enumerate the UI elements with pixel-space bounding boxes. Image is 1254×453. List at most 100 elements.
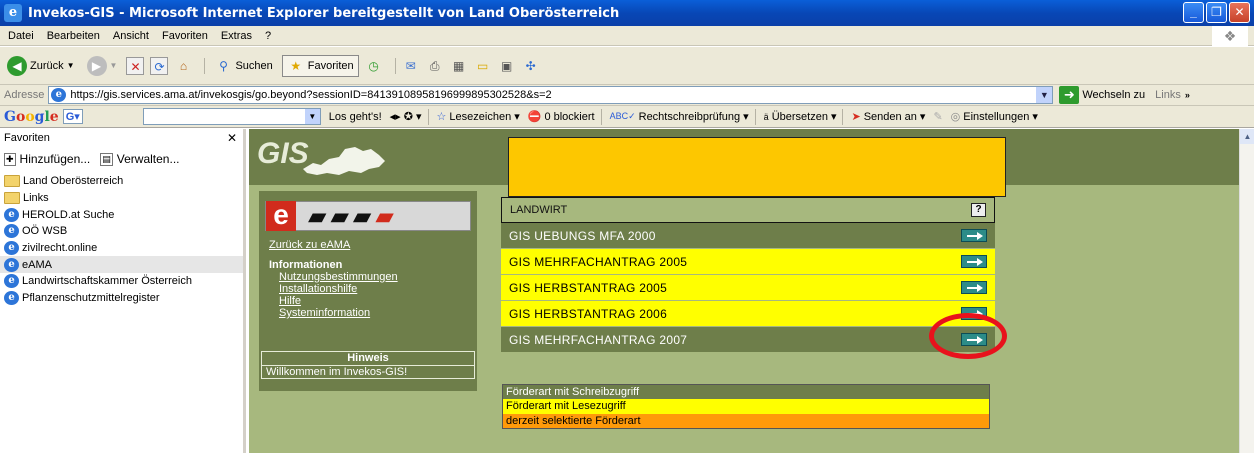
google-search-input[interactable]: ▼ — [142, 108, 321, 125]
application-row[interactable]: GIS UEBUNGS MFA 2000 — [501, 223, 995, 249]
close-button[interactable]: ✕ — [1229, 2, 1250, 23]
favorite-label: Pflanzenschutzmittelregister — [22, 292, 160, 305]
blocker-icon: ⛔ — [527, 111, 542, 123]
print-icon[interactable]: ⎙ — [426, 57, 444, 75]
application-row[interactable]: GIS HERBSTANTRAG 2005 — [501, 275, 995, 301]
favorites-button[interactable]: ★ Favoriten — [281, 54, 359, 77]
messenger-icon[interactable]: ✣ — [522, 57, 540, 75]
maximize-button[interactable]: ❐ — [1206, 2, 1227, 23]
folder-icon[interactable]: ▭ — [474, 57, 492, 75]
favorite-label: zivilrecht.online — [22, 242, 98, 255]
favorite-label: Landwirtschaftskammer Österreich — [22, 275, 192, 288]
paperclip-icon[interactable]: ✎ — [933, 110, 942, 123]
favorite-label: HEROLD.at Suche — [22, 208, 115, 221]
legend-read-access: Förderart mit Lesezugriff — [502, 399, 990, 414]
google-search-button[interactable]: Los geht's! — [329, 111, 382, 123]
arrow-right-icon[interactable] — [961, 229, 987, 242]
close-favorites-icon[interactable]: ✕ — [227, 131, 237, 145]
stop-icon[interactable]: ✕ — [126, 56, 145, 75]
system-info-link[interactable]: Systeminformation — [279, 307, 370, 319]
favorite-folder-land-ooe[interactable]: Land Oberösterreich — [0, 173, 243, 190]
search-label: Suchen — [235, 59, 273, 72]
refresh-icon[interactable]: ⟳ — [150, 56, 169, 75]
address-input[interactable]: e https://gis.services.ama.at/invekosgis… — [48, 86, 1054, 104]
favorites-header-label: Favoriten — [4, 132, 50, 144]
toolbar-separator — [600, 108, 602, 125]
favorite-ooe-wsb[interactable]: e OÖ WSB — [0, 223, 243, 240]
manage-favorites-button[interactable]: ▤ Verwalten... — [100, 152, 179, 166]
favorites-tools: ✚ Hinzufügen... ▤ Verwalten... — [0, 147, 243, 171]
go-arrow-icon[interactable]: ➜ — [1059, 86, 1080, 104]
history-icon[interactable]: ◷ — [365, 57, 383, 75]
vertical-scrollbar[interactable]: ▲ — [1239, 129, 1254, 453]
favorite-eama[interactable]: e eAMA — [0, 256, 243, 274]
eama-logo[interactable]: e ▰▰▰▰ — [265, 201, 471, 231]
page-content: GIS e ▰▰▰▰ Zurück zu eAMA Informationen … — [249, 129, 1239, 453]
add-favorite-button[interactable]: ✚ Hinzufügen... — [4, 152, 90, 166]
windows-logo-icon: ❖ — [1212, 26, 1248, 46]
menu-datei[interactable]: Datei — [8, 30, 34, 42]
research-icon[interactable]: ▣ — [498, 57, 516, 75]
help-icon[interactable]: ? — [971, 203, 986, 217]
blocked-label: 0 blockiert — [544, 110, 595, 123]
menu-bar: Datei Bearbeiten Ansicht Favoriten Extra… — [0, 26, 1254, 46]
installation-help-link[interactable]: Installationshilfe — [279, 283, 357, 295]
translate-button[interactable]: ä Übersetzen ▾ — [764, 110, 837, 124]
bookmarks-button[interactable]: ☆ Lesezeichen ▾ — [437, 110, 520, 124]
toolbar-separator — [754, 108, 756, 125]
application-label: GIS UEBUNGS MFA 2000 — [509, 228, 656, 243]
google-extra-icons[interactable]: ◂▸ ✪ ▾ — [390, 110, 422, 123]
spellcheck-button[interactable]: ABC✓ Rechtschreibprüfung ▾ — [610, 110, 749, 124]
address-bar: Adresse e https://gis.services.ama.at/in… — [0, 85, 1254, 106]
favorite-folder-links[interactable]: Links — [0, 190, 243, 207]
home-icon[interactable]: ⌂ — [174, 57, 192, 75]
bookmarks-label: Lesezeichen — [449, 110, 512, 123]
application-row[interactable]: GIS HERBSTANTRAG 2006 — [501, 301, 995, 327]
application-row[interactable]: GIS MEHRFACHANTRAG 2005 — [501, 249, 995, 275]
help-link[interactable]: Hilfe — [279, 295, 301, 307]
favorite-label: OÖ WSB — [22, 225, 68, 238]
ie-page-icon: e — [4, 291, 19, 306]
scroll-up-icon[interactable]: ▲ — [1240, 129, 1254, 144]
menu-bearbeiten[interactable]: Bearbeiten — [47, 30, 100, 42]
minimize-button[interactable]: _ — [1183, 2, 1204, 23]
menu-ansicht[interactable]: Ansicht — [113, 30, 149, 42]
send-to-button[interactable]: ➤ Senden an ▾ — [851, 110, 925, 124]
favorite-pflanzenschutz[interactable]: e Pflanzenschutzmittelregister — [0, 290, 243, 307]
mail-icon[interactable]: ✉ — [402, 57, 420, 75]
terms-link[interactable]: Nutzungsbestimmungen — [279, 271, 398, 283]
menu-help[interactable]: ? — [265, 30, 271, 42]
search-button[interactable]: ⚲ Suchen — [211, 55, 275, 77]
popup-blocker-button[interactable]: ⛔ 0 blockiert — [527, 110, 595, 124]
back-to-eama-link[interactable]: Zurück zu eAMA — [269, 239, 350, 251]
section-header: LANDWIRT ? — [501, 197, 995, 223]
redacted-box — [508, 137, 1006, 197]
favorite-label: eAMA — [22, 258, 52, 271]
favorite-herold[interactable]: e HEROLD.at Suche — [0, 206, 243, 223]
google-search-dropdown-icon[interactable]: ▼ — [304, 109, 320, 124]
settings-button[interactable]: ◎ Einstellungen ▾ — [951, 110, 1038, 124]
favorites-pane: Favoriten ✕ ✚ Hinzufügen... ▤ Verwalten...… — [0, 129, 246, 453]
address-url: https://gis.services.ama.at/invekosgis/g… — [70, 89, 552, 101]
links-button[interactable]: Links — [1155, 89, 1181, 101]
favorite-landwirtschaftskammer[interactable]: e Landwirtschaftskammer Österreich — [0, 273, 243, 290]
application-row[interactable]: GIS MEHRFACHANTRAG 2007 — [501, 327, 995, 353]
back-button[interactable]: ◀ Zurück ▼ — [4, 54, 78, 78]
menu-favoriten[interactable]: Favoriten — [162, 30, 208, 42]
ie-page-icon: e — [4, 241, 19, 256]
back-label: Zurück — [30, 59, 64, 72]
chevron-right-icon[interactable]: » — [1185, 90, 1190, 100]
edit-icon[interactable]: ▦ — [450, 57, 468, 75]
menu-extras[interactable]: Extras — [221, 30, 252, 42]
address-dropdown-icon[interactable]: ▼ — [1036, 87, 1053, 103]
go-button[interactable]: Wechseln zu — [1082, 89, 1145, 101]
legend-write-access: Förderart mit Schreibzugriff — [502, 384, 990, 399]
forward-button[interactable]: ▶ ▼ — [84, 54, 121, 78]
google-logo: Google — [4, 108, 59, 125]
favorites-header: Favoriten ✕ — [0, 129, 243, 147]
arrow-right-icon[interactable] — [961, 255, 987, 268]
google-g-icon[interactable]: G▾ — [62, 109, 83, 124]
favorite-zivilrecht[interactable]: e zivilrecht.online — [0, 240, 243, 257]
arrow-right-icon[interactable] — [961, 281, 987, 294]
notice-heading: Hinweis — [347, 352, 389, 364]
